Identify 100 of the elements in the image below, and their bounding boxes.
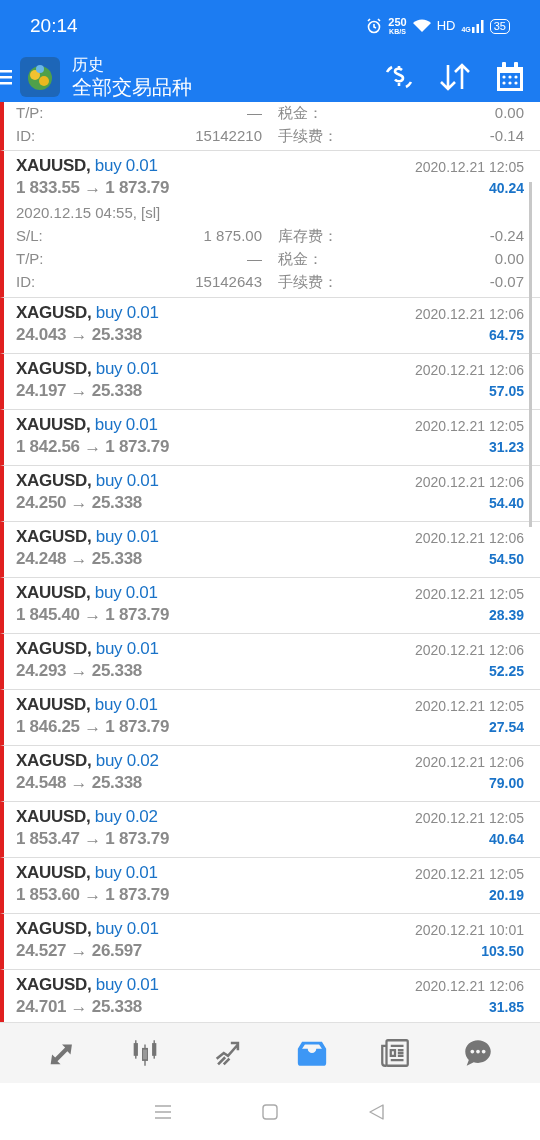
trade-title: XAGUSD, buy 0.02 [16,749,159,772]
trade-row[interactable]: XAGUSD, buy 0.01 2020.12.21 12:06 24.043 → 25.338 64.75 [0,298,540,354]
alarm-icon [366,18,383,34]
price-range: 1 845.40 → 1 873.79 [16,604,170,627]
trade-profit: 52.25 [488,661,524,681]
trade-profit: 57.05 [488,381,524,401]
price-range: 24.248 → 25.338 [16,548,142,571]
price-range: 1 853.60 → 1 873.79 [16,884,170,907]
trade-title: XAGUSD, buy 0.01 [16,525,159,548]
menu-icon[interactable] [0,67,12,87]
trade-row[interactable]: XAUUSD, buy 0.01 2020.12.21 12:05 1 845.40 → 1 873.79 28.39 [0,578,540,634]
price-range: 1 846.25 → 1 873.79 [16,716,170,739]
price-range: 24.043 → 25.338 [16,324,142,347]
trade-title: XAGUSD, buy 0.01 [16,637,159,660]
trade-time: 2020.12.21 12:06 [415,753,524,772]
trade-title: XAGUSD, buy 0.01 [16,301,159,324]
sort-arrows-icon[interactable] [438,62,472,92]
trade-time: 2020.12.21 12:05 [415,417,524,436]
price-range: 24.548 → 25.338 [16,772,142,795]
detail-value: — [247,249,262,270]
trade-row[interactable]: XAUUSD, buy 0.01 2020.12.21 12:05 1 846.25 → 1 873.79 27.54 [0,690,540,746]
detail-value: -0.07 [489,272,524,293]
trade-title: XAUUSD, buy 0.02 [16,805,158,828]
trade-time: 2020.12.21 10:01 [415,921,524,940]
trade-time: 2020.12.21 12:05 [415,585,524,604]
trade-row[interactable]: XAGUSD, buy 0.01 2020.12.21 12:06 24.197 → 25.338 57.05 [0,354,540,410]
scrollbar[interactable] [529,182,532,527]
trade-time: 2020.12.21 12:05 [415,865,524,884]
trade-time: 2020.12.21 12:06 [415,641,524,660]
price-range: 24.293 → 25.338 [16,660,142,683]
detail-label: 税金： [278,249,323,270]
battery-indicator: 35 [489,18,510,34]
home-square-icon[interactable] [262,1103,278,1120]
network-label: HD [436,17,456,36]
trade-time: 2020.12.21 12:06 [415,305,524,324]
page-subtitle: 全部交易品种 [72,74,192,100]
detail-label: 税金： [278,103,323,124]
trade-title: XAGUSD, buy 0.01 [16,469,159,492]
price-range: 1 853.47 → 1 873.79 [16,828,170,851]
trade-title: XAUUSD, buy 0.01 [16,693,158,716]
price-range: 1 833.55 → 1 873.79 [16,177,170,200]
trade-profit: 20.19 [488,885,524,905]
trade-profit: 64.75 [488,325,524,345]
detail-label: S/L: [16,226,43,247]
trade-profit: 40.64 [488,829,524,849]
price-range: 1 842.56 → 1 873.79 [16,436,170,459]
trade-row[interactable]: XAGUSD, buy 0.01 2020.12.21 12:06 24.250 → 25.338 54.40 [0,466,540,522]
price-range: 24.701 → 25.338 [16,996,142,1019]
detail-value: 1 875.00 [203,226,262,247]
detail-label: 库存费： [278,226,338,247]
trade-title: XAUUSD, buy 0.01 [16,154,158,177]
trade-time: 2020.12.21 12:06 [415,977,524,996]
detail-value: 15142643 [195,272,262,293]
detail-value: — [247,103,262,124]
trade-row[interactable]: XAGUSD, buy 0.02 2020.12.21 12:06 24.548 → 25.338 79.00 [0,746,540,802]
trade-row[interactable]: XAGUSD, buy 0.01 2020.12.21 12:06 24.293 → 25.338 52.25 [0,634,540,690]
detail-label: T/P: [16,249,44,270]
detail-label: 手续费： [278,126,338,147]
trade-row[interactable]: XAGUSD, buy 0.01 2020.12.21 10:01 24.527 → 26.597 103.50 [0,914,540,970]
detail-value: 0.00 [494,103,524,124]
price-range: 24.197 → 25.338 [16,380,142,403]
trade-row[interactable]: XAUUSD, buy 0.01 2020.12.21 12:05 1 853.60 → 1 873.79 20.19 [0,858,540,914]
trade-profit: 27.54 [488,717,524,737]
detail-value: 15142210 [195,126,262,147]
trade-time: 2020.12.21 12:05 [415,697,524,716]
speed-value: 250 [388,17,407,28]
trade-title: XAGUSD, buy 0.01 [16,357,159,380]
trade-title: XAUUSD, buy 0.01 [16,413,158,436]
trade-profit: 40.24 [488,178,524,198]
trade-profit: 28.39 [488,605,524,625]
detail-value: -0.14 [489,126,524,147]
trade-row[interactable]: XAUUSD, buy 0.02 2020.12.21 12:05 1 853.47 → 1 873.79 40.64 [0,802,540,858]
signal-icon [471,19,484,33]
open-time: 2020.12.15 04:55, [sl] [16,203,161,224]
app-logo-icon [20,57,60,97]
detail-value: -0.24 [489,226,524,247]
trade-time: 2020.12.21 12:05 [415,809,524,828]
trade-row[interactable]: XAUUSD, buy 0.01 2020.12.21 12:05 1 842.56 → 1 873.79 31.23 [0,410,540,466]
trade-title: XAUUSD, buy 0.01 [16,581,158,604]
trade-time: 2020.12.21 12:06 [415,361,524,380]
trade-profit: 103.50 [481,941,524,961]
trade-profit: 54.40 [488,493,524,513]
detail-value: 0.00 [494,249,524,270]
trade-profit: 54.50 [488,549,524,569]
detail-label: ID: [16,126,36,147]
clock: 20:14 [30,13,78,38]
page-title: 历史 [72,54,105,75]
trade-profit: 79.00 [488,773,524,793]
detail-label: 手续费： [278,272,338,293]
trade-title: XAGUSD, buy 0.01 [16,973,159,996]
wifi-icon [412,19,431,33]
trade-title: XAGUSD, buy 0.01 [16,917,159,940]
trade-row[interactable]: XAGUSD, buy 0.01 2020.12.21 12:06 24.248 → 25.338 54.50 [0,522,540,578]
trade-profit: 31.85 [488,997,524,1017]
price-range: 24.527 → 26.597 [16,940,142,963]
trade-title: XAUUSD, buy 0.01 [16,861,158,884]
calendar-icon[interactable] [494,60,526,94]
price-range: 24.250 → 25.338 [16,492,142,515]
back-triangle-icon[interactable] [368,1103,385,1120]
trade-row[interactable]: XAUUSD, buy 0.01 2020.12.21 12:05 1 833.55 → 1 873.79 40.24 2020.12.15 04:55, [sl] S/L: 1 875.00 库存费： -0.24 T/P: — 税金： 0.00 ID: 15142643 手续费： -0.07 [0,151,540,298]
